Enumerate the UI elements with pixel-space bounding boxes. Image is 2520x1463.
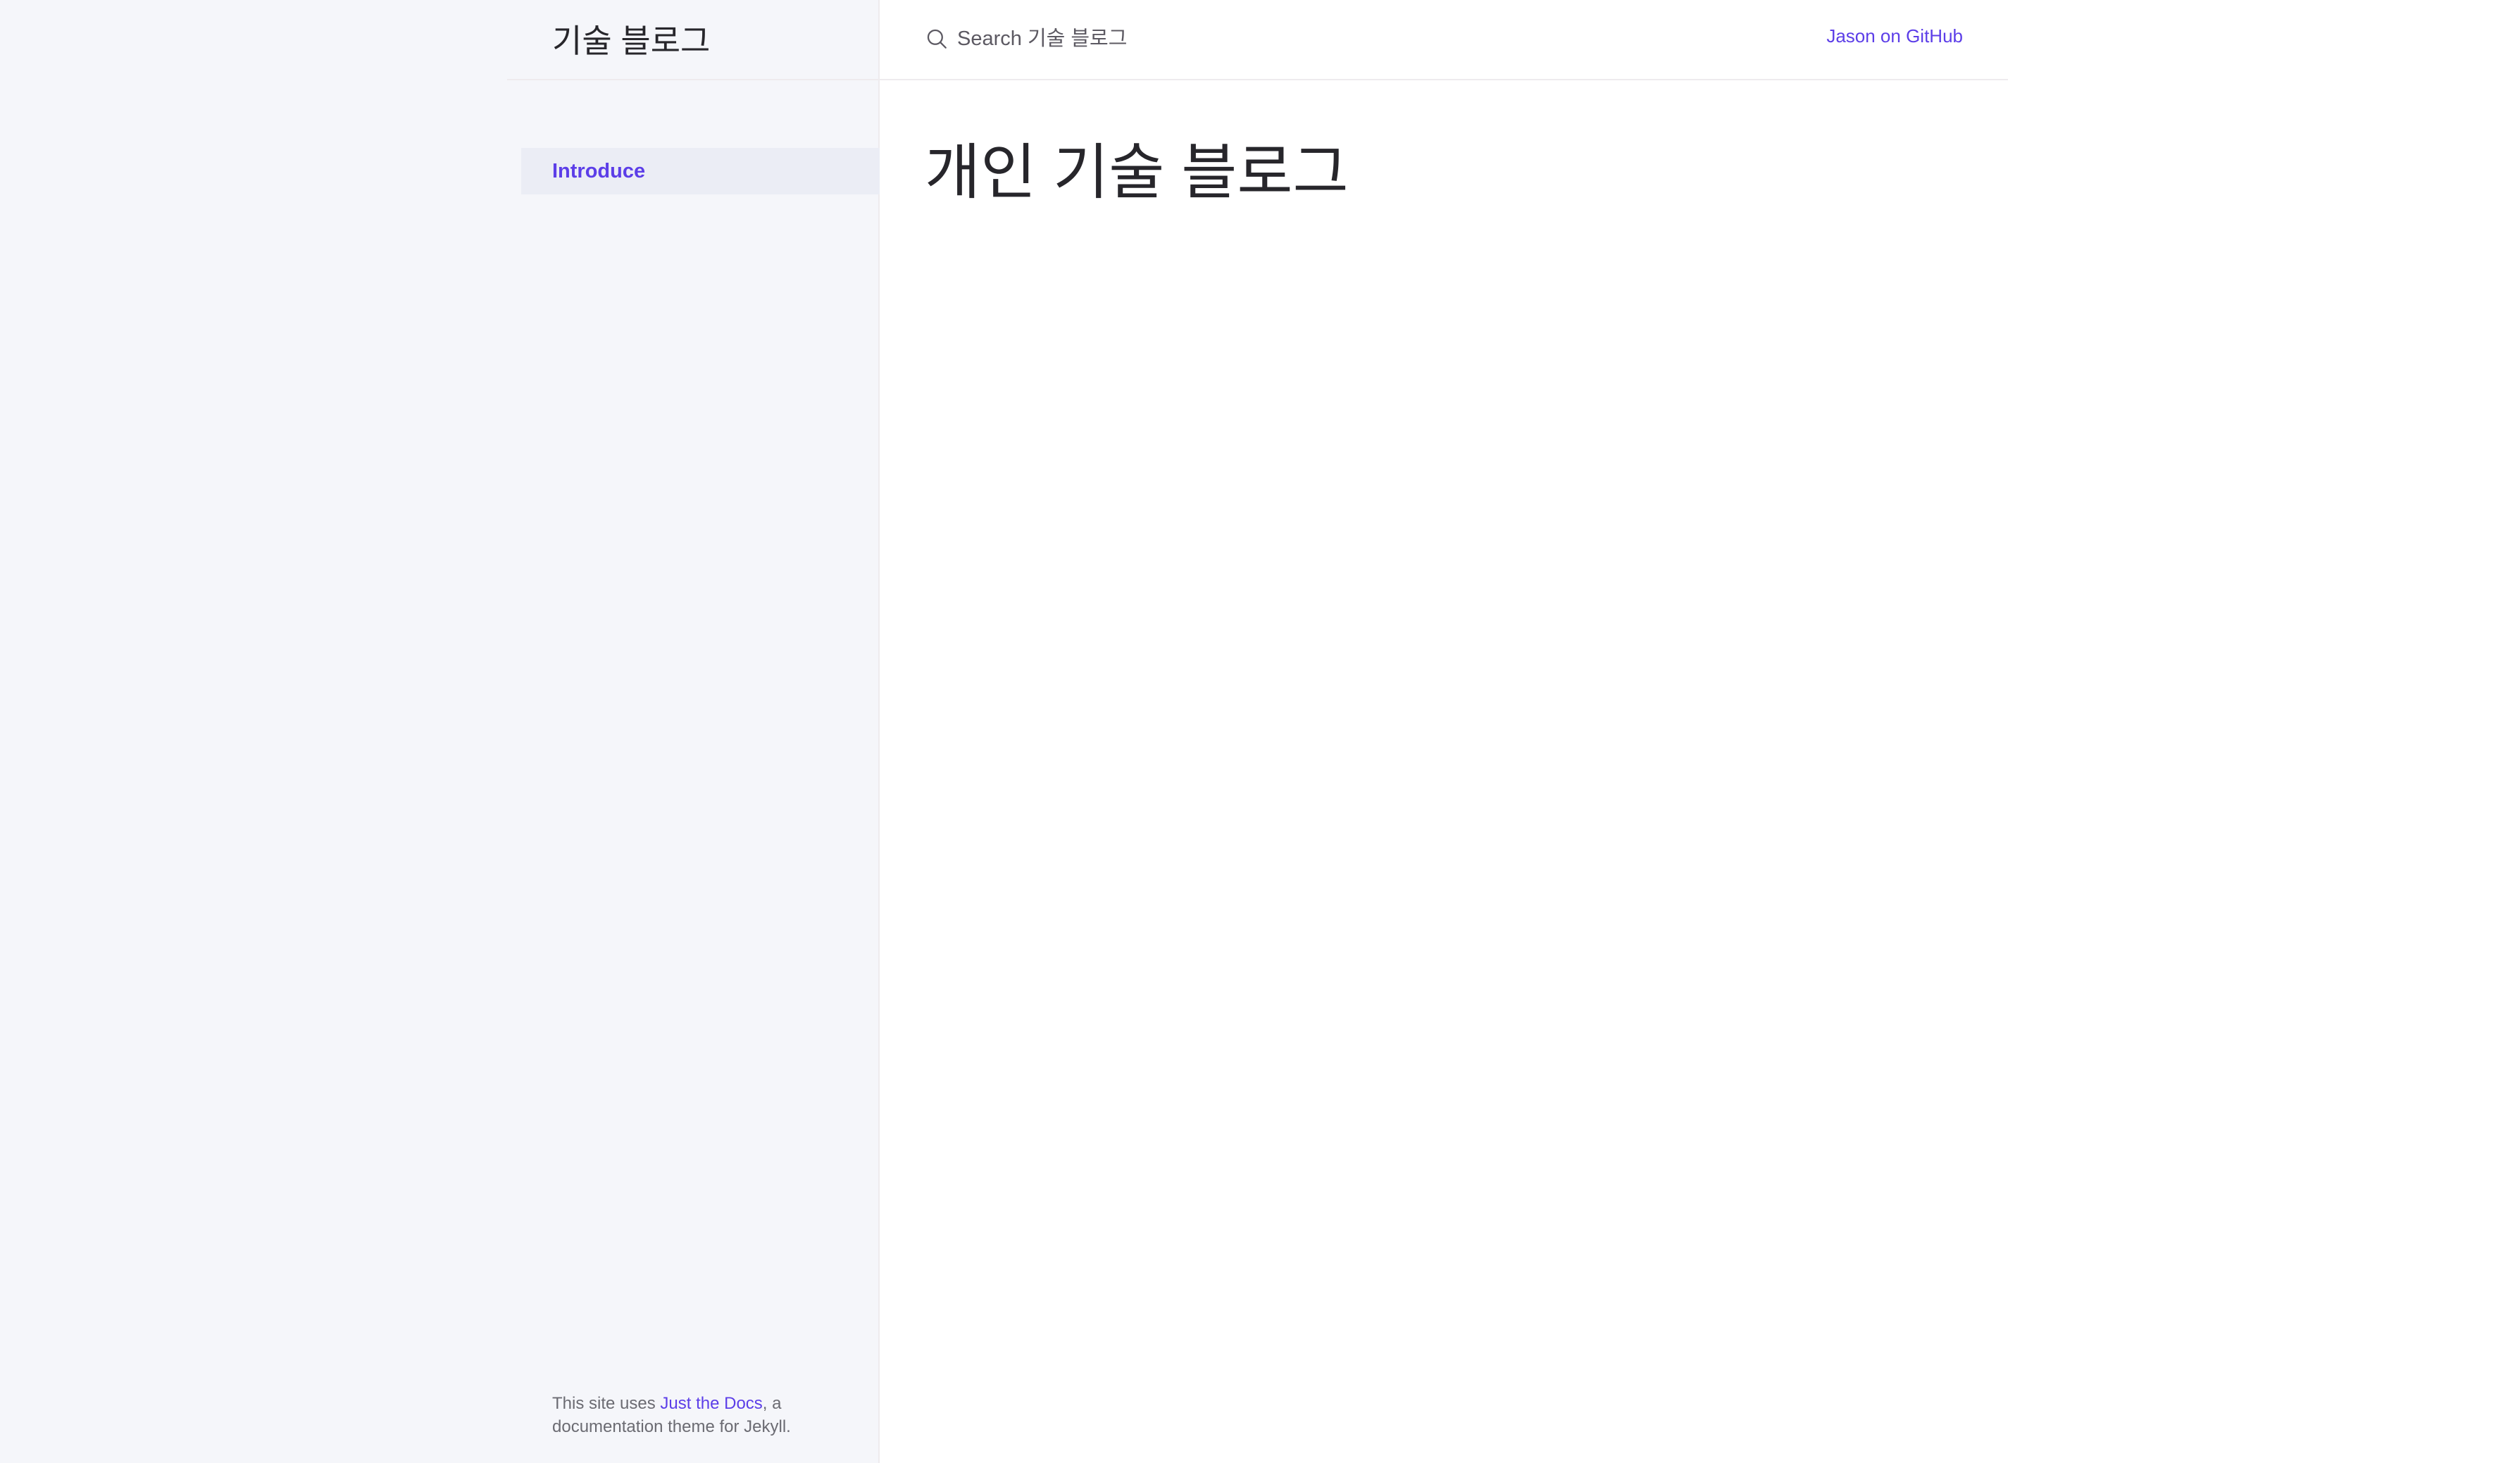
sidebar-nav: Introduce: [521, 148, 880, 194]
site-header: 기술 블로그: [507, 0, 880, 80]
github-link[interactable]: Jason on GitHub: [1826, 25, 1963, 47]
site-title-link[interactable]: 기술 블로그: [552, 15, 710, 62]
sidebar-item-introduce[interactable]: Introduce: [521, 148, 880, 194]
main-header: Jason on GitHub: [880, 0, 2008, 80]
site-footer: This site uses Just the Docs, a document…: [552, 1392, 848, 1438]
sidebar: 기술 블로그 Introduce This site uses Just the…: [0, 0, 880, 1463]
sidebar-item-label[interactable]: Introduce: [552, 160, 645, 183]
page: 기술 블로그 Introduce This site uses Just the…: [0, 0, 2520, 1463]
footer-prefix-text: This site uses: [552, 1394, 661, 1413]
search-bar[interactable]: [925, 21, 1559, 56]
search-input[interactable]: [957, 27, 1521, 51]
search-icon: [927, 29, 947, 49]
main-content: 개인 기술 블로그: [925, 134, 1967, 211]
just-the-docs-link[interactable]: Just the Docs: [660, 1394, 762, 1413]
page-title: 개인 기술 블로그: [925, 139, 1349, 206]
